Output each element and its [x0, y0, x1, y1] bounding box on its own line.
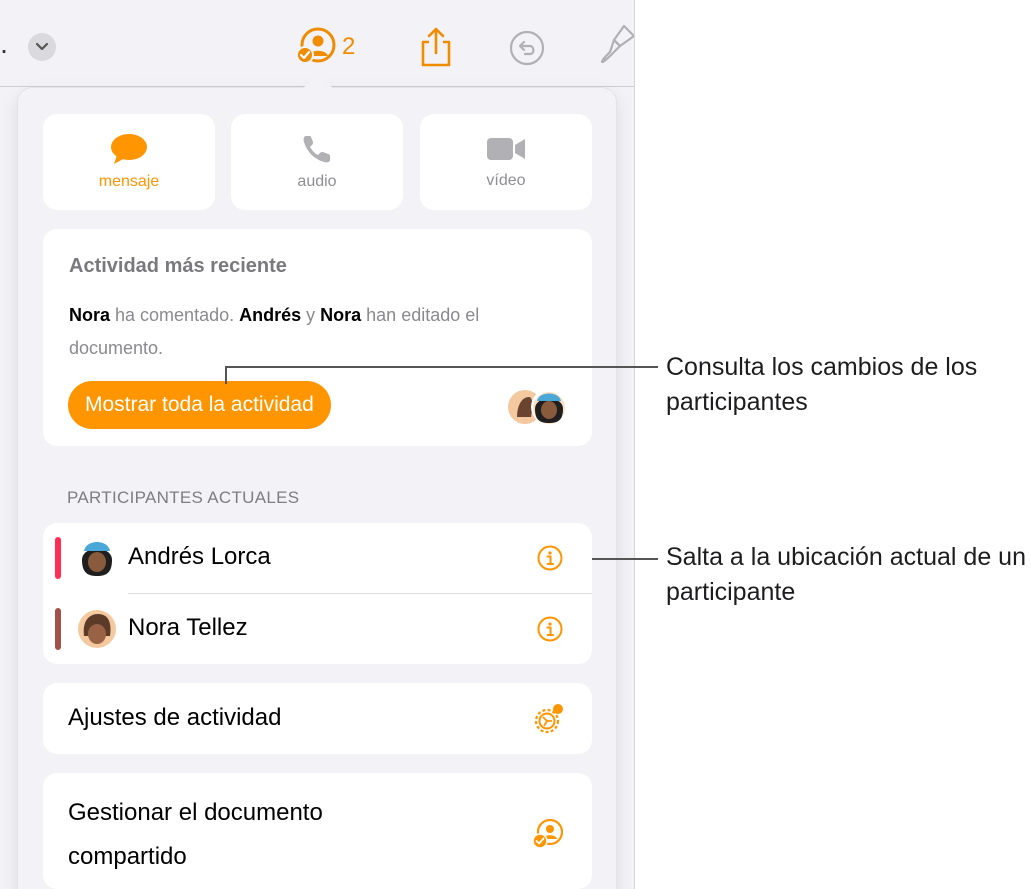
chevron-down-icon	[35, 42, 49, 51]
share-icon	[421, 27, 451, 67]
activity-title: Actividad más reciente	[69, 255, 287, 277]
video-call-button[interactable]: vídeo	[420, 114, 592, 210]
callout-line	[225, 366, 658, 368]
collaborators-icon	[532, 818, 564, 849]
message-button[interactable]: mensaje	[43, 114, 215, 210]
callout-jump-location: Salta a la ubicación actual de un partic…	[666, 543, 1026, 606]
activity-settings-gear-icon	[534, 704, 563, 734]
popover-arrow	[302, 75, 334, 89]
participant-color-bar	[55, 608, 61, 650]
participant-name: Nora Tellez	[128, 614, 248, 641]
activity-summary: Nora ha comentado. Andrés y Nora han edi…	[69, 299, 489, 365]
collaborators-count: 2	[342, 33, 356, 60]
manage-shared-document-label: Gestionar el documento compartido	[68, 799, 323, 870]
audio-call-button[interactable]: audio	[231, 114, 403, 210]
chevron-down-button[interactable]	[28, 33, 56, 61]
share-button[interactable]	[418, 26, 454, 68]
video-camera-icon	[487, 138, 525, 160]
undo-icon	[509, 30, 545, 66]
video-label: vídeo	[486, 172, 526, 189]
callout-activity-changes: Consulta los cambios de los participante…	[666, 353, 978, 416]
participant-row[interactable]: Nora Tellez	[43, 594, 592, 664]
avatar	[78, 610, 116, 648]
phone-icon	[303, 136, 330, 163]
participant-row[interactable]: Andrés Lorca	[43, 523, 592, 593]
participants-list: Andrés Lorca Nora Tellez	[43, 523, 592, 664]
audio-label: audio	[297, 173, 337, 190]
info-icon[interactable]	[537, 545, 563, 571]
recent-activity-card: Actividad más reciente Nora ha comentado…	[43, 229, 592, 446]
participant-color-bar	[55, 537, 61, 579]
activity-name: Nora	[320, 305, 362, 325]
ipad-screen: . 2 mensaje audio vídeo Actividad más re…	[0, 0, 635, 889]
participant-avatars	[508, 389, 567, 425]
truncated-title: .	[0, 28, 8, 59]
toolbar: . 2	[0, 0, 634, 87]
avatar	[78, 539, 116, 577]
message-label: mensaje	[98, 173, 160, 190]
participants-header: PARTICIPANTES ACTUALES	[67, 488, 300, 507]
message-bubble-icon	[111, 134, 147, 164]
format-brush-button[interactable]	[598, 22, 634, 66]
manage-shared-document-row[interactable]: Gestionar el documento compartido	[43, 773, 592, 889]
paintbrush-icon	[600, 24, 634, 64]
undo-button[interactable]	[508, 29, 546, 67]
activity-text: ha comentado.	[110, 305, 240, 325]
collaboration-button[interactable]: 2	[296, 27, 355, 67]
show-all-activity-button[interactable]: Mostrar toda la actividad	[68, 381, 331, 429]
activity-name: Andrés	[239, 305, 302, 325]
activity-settings-row[interactable]: Ajustes de actividad	[43, 683, 592, 754]
callout-line	[592, 558, 658, 560]
activity-name: Nora	[69, 305, 111, 325]
info-icon[interactable]	[537, 616, 563, 642]
activity-settings-label: Ajustes de actividad	[68, 704, 282, 731]
callout-line	[225, 366, 227, 384]
activity-text: y	[301, 305, 321, 325]
collaborators-icon	[296, 27, 336, 64]
participant-name: Andrés Lorca	[128, 543, 271, 570]
